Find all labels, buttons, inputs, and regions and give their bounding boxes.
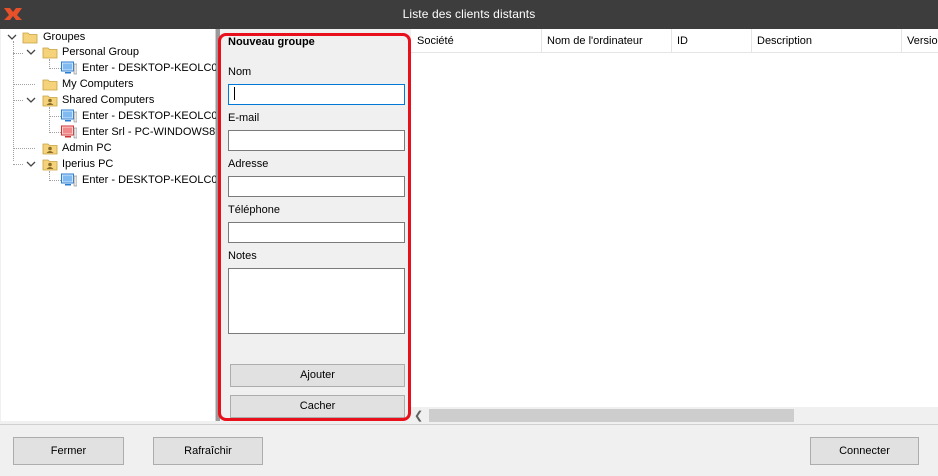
tree-node-my-computers[interactable]: My Computers — [1, 76, 215, 92]
scrollbar-thumb[interactable] — [429, 409, 794, 422]
folder-icon — [42, 47, 58, 59]
chevron-down-icon[interactable] — [26, 47, 36, 57]
connect-button[interactable]: Connecter — [810, 437, 919, 465]
phone-input[interactable] — [228, 222, 405, 243]
tree-label: My Computers — [62, 78, 134, 90]
shared-folder-icon — [42, 95, 58, 107]
scroll-left-icon[interactable]: ❮ — [414, 409, 423, 422]
phone-label: Téléphone — [228, 204, 280, 216]
text-cursor — [234, 87, 235, 100]
notes-textarea[interactable] — [228, 268, 405, 334]
tree-label: Enter - DESKTOP-KEOLC0M — [82, 174, 227, 186]
name-label: Nom — [228, 66, 252, 78]
tree-node-computer[interactable]: Enter - DESKTOP-KEOLC0M — [1, 108, 227, 124]
notes-label: Notes — [228, 250, 257, 262]
horizontal-scrollbar[interactable]: ❮ — [411, 407, 938, 424]
address-label: Adresse — [228, 158, 269, 170]
column-header-description[interactable]: Description — [751, 29, 902, 53]
tree-node-computer[interactable]: Enter - DESKTOP-KEOLC0M — [1, 172, 227, 188]
groups-tree[interactable]: Groupes Personal Group Enter - DESKTOP-K… — [1, 29, 227, 421]
add-button[interactable]: Ajouter — [230, 364, 405, 387]
computer-icon — [61, 109, 77, 123]
title-bar: Liste des clients distants — [0, 0, 938, 29]
chevron-down-icon[interactable] — [7, 32, 17, 42]
bottom-bar: Fermer Rafraîchir Connecter — [0, 424, 938, 476]
tree-label: Enter Srl - PC-WINDOWS81 — [82, 126, 222, 138]
grid-header: Société Nom de l'ordinateur ID Descripti… — [411, 29, 938, 53]
refresh-button[interactable]: Rafraîchir — [153, 437, 263, 465]
tree-node-admin-pc[interactable]: Admin PC — [1, 140, 215, 156]
address-input[interactable] — [228, 176, 405, 197]
tree-label: Groupes — [43, 31, 86, 43]
tree-node-computer-offline[interactable]: Enter Srl - PC-WINDOWS81 — [1, 124, 221, 140]
chevron-down-icon[interactable] — [26, 95, 36, 105]
folder-icon — [42, 79, 58, 91]
column-header-company[interactable]: Société — [411, 29, 542, 53]
clients-grid[interactable]: Société Nom de l'ordinateur ID Descripti… — [411, 29, 938, 421]
hide-button[interactable]: Cacher — [230, 395, 405, 418]
tree-node-groupes[interactable]: Groupes — [1, 29, 215, 45]
tree-node-shared-computers[interactable]: Shared Computers — [1, 92, 215, 108]
column-header-computer-name[interactable]: Nom de l'ordinateur — [541, 29, 672, 53]
column-header-id[interactable]: ID — [671, 29, 752, 53]
shared-folder-icon — [42, 159, 58, 171]
column-header-version[interactable]: Versio — [901, 29, 938, 53]
tree-label: Iperius PC — [62, 158, 114, 170]
tree-node-iperius-pc[interactable]: Iperius PC — [1, 156, 215, 172]
email-label: E-mail — [228, 112, 260, 124]
chevron-down-icon[interactable] — [26, 159, 36, 169]
email-input[interactable] — [228, 130, 405, 151]
computer-offline-icon — [61, 125, 77, 139]
tree-label: Enter - DESKTOP-KEOLC0M — [82, 62, 227, 74]
tree-node-personal-group[interactable]: Personal Group — [1, 44, 215, 60]
tree-label: Admin PC — [62, 142, 112, 154]
computer-icon — [61, 173, 77, 187]
computer-icon — [61, 61, 77, 75]
window-title: Liste des clients distants — [402, 7, 536, 21]
name-input[interactable] — [228, 84, 405, 105]
shared-folder-icon — [42, 143, 58, 155]
form-heading: Nouveau groupe — [228, 36, 315, 48]
tree-label: Shared Computers — [62, 94, 155, 106]
tree-label: Enter - DESKTOP-KEOLC0M — [82, 110, 227, 122]
new-group-form: Nouveau groupe Nom E-mail Adresse Téléph… — [220, 33, 410, 421]
tree-label: Personal Group — [62, 46, 140, 58]
folder-icon — [22, 32, 38, 44]
tree-node-computer[interactable]: Enter - DESKTOP-KEOLC0M — [1, 60, 227, 76]
close-button[interactable]: Fermer — [13, 437, 124, 465]
